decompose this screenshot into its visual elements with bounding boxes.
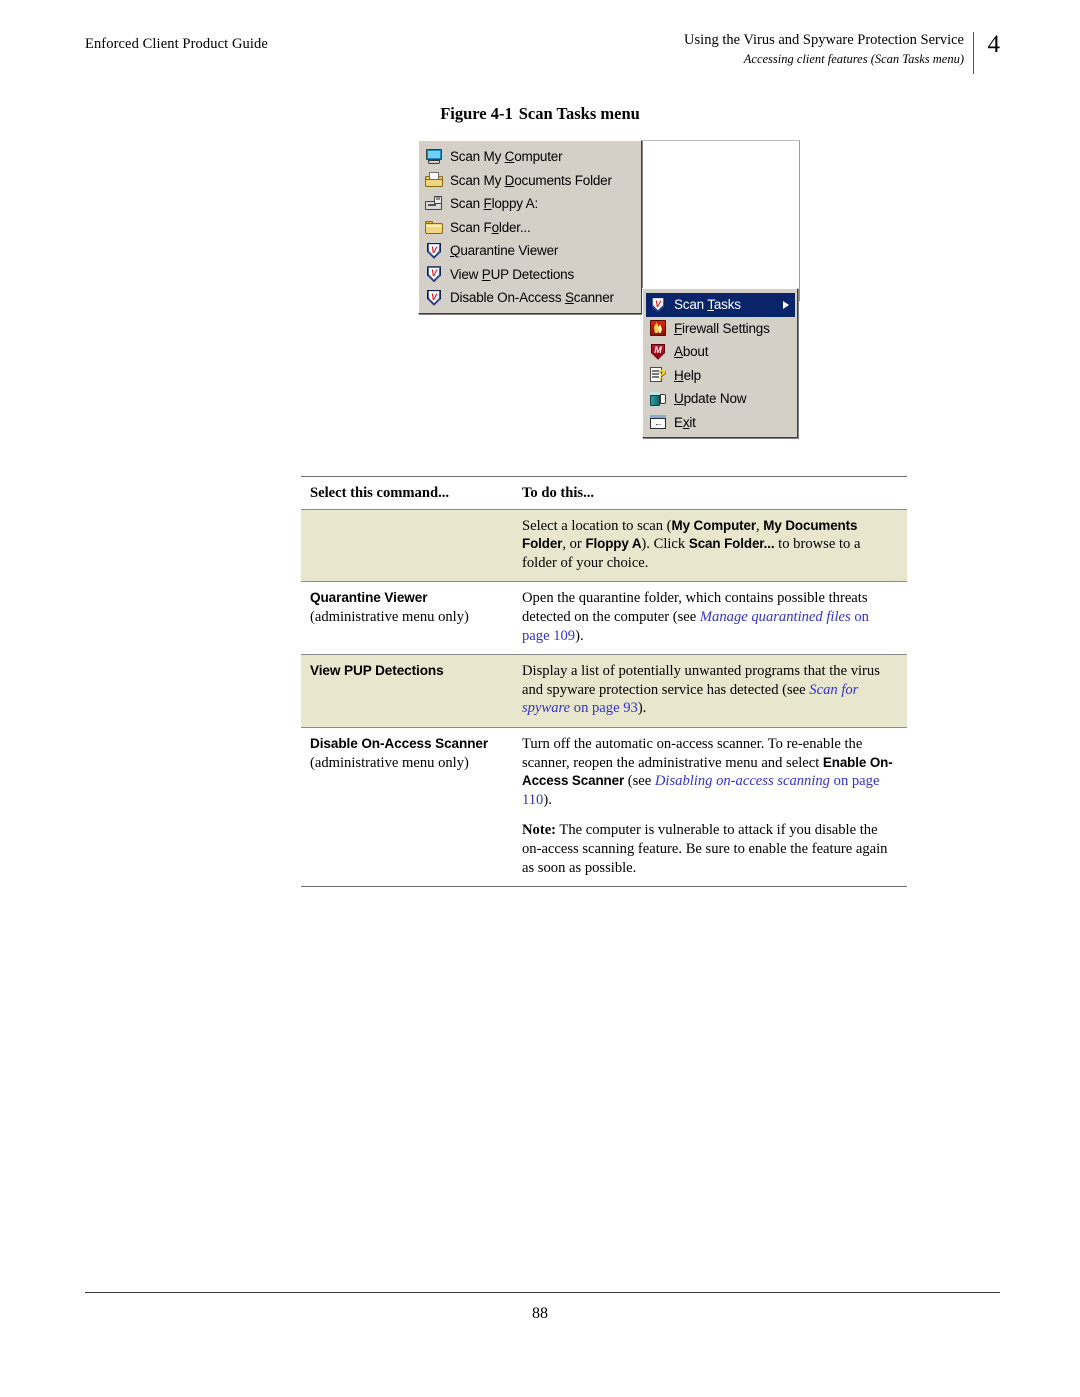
scan-tasks-submenu-panel: Scan My Computer Scan My Documents Folder… xyxy=(418,140,642,314)
tray-menu-item-label: Exit xyxy=(674,414,696,430)
table-cell-description: Display a list of potentially unwanted p… xyxy=(513,654,907,728)
table-row: Quarantine Viewer (administrative menu on… xyxy=(301,581,907,656)
exit-icon: ← xyxy=(649,413,667,431)
table-row: Select a location to scan (My Computer, … xyxy=(301,508,907,583)
table-header-row: Select this command... To do this... xyxy=(301,476,907,510)
scan-tasks-menu-item-quarantine-viewer[interactable]: V Quarantine Viewer xyxy=(422,239,639,263)
shield-icon: V xyxy=(649,296,667,314)
table-cell-command: Disable On-Access Scanner (administrative… xyxy=(301,726,513,888)
floppy-drive-icon xyxy=(425,195,443,213)
client-tray-menu-list: V Scan Tasks Firewall Settings M About? Help U… xyxy=(645,292,795,434)
scan-tasks-menu-item-label: Scan My Computer xyxy=(450,149,563,165)
command-name: View PUP Detections xyxy=(310,663,444,679)
shield-icon: V xyxy=(425,242,443,260)
footer-divider-rule xyxy=(85,1292,1000,1293)
client-tray-menu-panel: V Scan Tasks Firewall Settings M About? Help U… xyxy=(642,288,798,438)
scan-tasks-menu-item-label: Scan My Documents Folder xyxy=(450,172,612,188)
scan-tasks-menu-item-scan-my-documents-folder[interactable]: Scan My Documents Folder xyxy=(422,169,639,193)
background-window-pane xyxy=(640,140,800,301)
tray-menu-item-scan-tasks[interactable]: V Scan Tasks xyxy=(646,293,795,317)
tray-menu-item-label: About xyxy=(674,344,709,360)
table-cell-description: Open the quarantine folder, which contai… xyxy=(513,581,907,656)
shield-icon: V xyxy=(425,265,443,283)
tray-menu-item-about[interactable]: M About xyxy=(646,340,795,364)
page-header: Enforced Client Product Guide Using the … xyxy=(85,30,1000,76)
update-icon xyxy=(649,390,667,408)
tray-menu-item-exit[interactable]: ← Exit xyxy=(646,411,795,435)
tray-menu-item-label: Scan Tasks xyxy=(674,297,741,313)
submenu-arrow-icon xyxy=(783,300,789,309)
documents-folder-icon xyxy=(425,171,443,189)
header-divider-rule xyxy=(973,32,974,74)
tray-menu-item-label: Help xyxy=(674,367,701,383)
chapter-number: 4 xyxy=(987,31,1001,58)
scan-tasks-menu-item-scan-floppy-a[interactable]: Scan Floppy A: xyxy=(422,192,639,216)
scan-tasks-menu-screenshot: Scan My Computer Scan My Documents Folder… xyxy=(418,140,800,438)
table-cell-description: Select a location to scan (My Computer, … xyxy=(513,508,907,583)
tray-menu-item-label: Firewall Settings xyxy=(674,320,770,336)
help-icon: ? xyxy=(649,366,667,384)
scan-tasks-menu-item-label: Quarantine Viewer xyxy=(450,243,559,259)
table-cell-command: View PUP Detections xyxy=(301,654,513,728)
page-number: 88 xyxy=(532,1305,548,1322)
table-cell-description: Turn off the automatic on-access scanner… xyxy=(513,726,907,888)
scan-tasks-submenu-list: Scan My Computer Scan My Documents Folder… xyxy=(421,144,639,310)
header-subsection-title: Accessing client features (Scan Tasks me… xyxy=(743,52,964,66)
folder-icon xyxy=(425,218,443,236)
table-cell-command xyxy=(301,508,513,583)
firewall-flame-icon xyxy=(649,319,667,337)
figure-caption: Figure 4-1 Scan Tasks menu xyxy=(0,104,1080,124)
computer-icon xyxy=(425,148,443,166)
scan-tasks-menu-item-label: Scan Folder... xyxy=(450,219,531,235)
table-row: View PUP Detections Display a list of pot… xyxy=(301,654,907,728)
scan-tasks-menu-item-label: Scan Floppy A: xyxy=(450,196,539,212)
command-qualifier: (administrative menu only) xyxy=(310,754,469,771)
scan-tasks-menu-item-view-pup-detections[interactable]: V View PUP Detections xyxy=(422,263,639,287)
tray-menu-item-firewall-settings[interactable]: Firewall Settings xyxy=(646,317,795,341)
table-row: Disable On-Access Scanner (administrative… xyxy=(301,726,907,888)
table-cell-command: Quarantine Viewer (administrative menu on… xyxy=(301,581,513,656)
tray-menu-item-label: Update Now xyxy=(674,391,747,407)
table-header-command: Select this command... xyxy=(301,476,513,510)
scan-tasks-menu-item-scan-folder[interactable]: Scan Folder... xyxy=(422,216,639,240)
scan-tasks-menu-item-scan-my-computer[interactable]: Scan My Computer xyxy=(422,145,639,169)
about-shield-icon: M xyxy=(649,343,667,361)
header-section-title: Using the Virus and Spyware Protection S… xyxy=(684,32,964,48)
command-name: Quarantine Viewer xyxy=(310,590,428,606)
header-book-title: Enforced Client Product Guide xyxy=(85,36,268,52)
header-section-block: Using the Virus and Spyware Protection S… xyxy=(464,30,964,68)
shield-icon: V xyxy=(425,289,443,307)
scan-tasks-menu-item-disable-on-access-scanner[interactable]: V Disable On-Access Scanner xyxy=(422,286,639,310)
command-name: Disable On-Access Scanner xyxy=(310,735,489,751)
tray-menu-item-update-now[interactable]: Update Now xyxy=(646,387,795,411)
table-body: Select a location to scan (My Computer, … xyxy=(301,508,907,888)
figure-title: Scan Tasks menu xyxy=(518,104,640,123)
scan-tasks-menu-item-label: Disable On-Access Scanner xyxy=(450,290,614,306)
tray-menu-item-help[interactable]: ? Help xyxy=(646,364,795,388)
table-header-action: To do this... xyxy=(513,476,907,510)
command-description-table: Select this command... To do this... Sel… xyxy=(301,476,907,888)
scan-tasks-menu-item-label: View PUP Detections xyxy=(450,266,575,282)
command-qualifier: (administrative menu only) xyxy=(310,608,469,625)
figure-number: Figure 4-1 xyxy=(440,104,513,123)
